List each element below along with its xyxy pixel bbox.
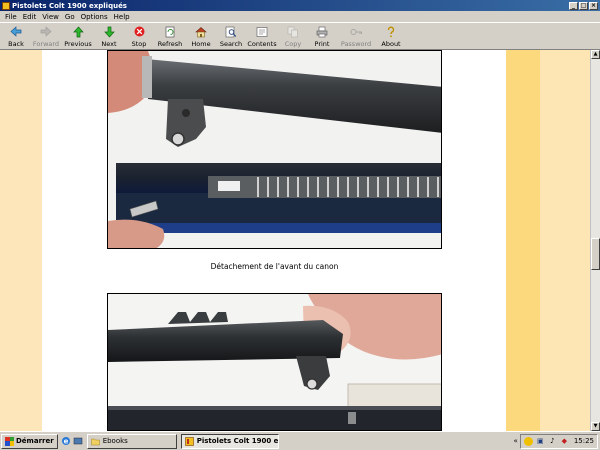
about-icon <box>385 25 398 38</box>
taskbar: Démarrer e Ebooks Pistolets Colt 1900 ex… <box>0 431 600 450</box>
menu-help[interactable]: Help <box>111 13 133 21</box>
app-icon <box>2 1 10 10</box>
home-icon <box>195 25 208 38</box>
back-arrow-icon <box>10 25 23 38</box>
stop-icon <box>133 25 146 38</box>
start-label: Démarrer <box>16 437 54 445</box>
windows-logo-icon <box>5 436 14 446</box>
task-ebooks[interactable]: Ebooks <box>86 433 177 449</box>
system-tray: ▣ ♪ ◆ 15:25 <box>519 433 598 449</box>
next-icon <box>103 25 116 38</box>
window-title: Pistolets Colt 1900 expliqués <box>12 1 127 10</box>
previous-button[interactable]: Previous <box>62 23 94 50</box>
ebook-app-icon <box>184 436 194 446</box>
password-button[interactable]: Password <box>336 23 376 50</box>
start-button[interactable]: Démarrer <box>1 433 58 449</box>
back-button[interactable]: Back <box>2 23 30 50</box>
copy-button[interactable]: Copy <box>278 23 308 50</box>
right-margin <box>540 50 590 431</box>
contents-button[interactable]: Contents <box>246 23 278 50</box>
about-button[interactable]: About <box>376 23 406 50</box>
stop-button[interactable]: Stop <box>124 23 154 50</box>
copy-icon <box>287 25 300 38</box>
ie-icon[interactable]: e <box>61 436 71 446</box>
scroll-thumb[interactable] <box>591 238 600 270</box>
clock[interactable]: 15:25 <box>574 437 594 445</box>
task-pistolets-colt[interactable]: Pistolets Colt 1900 ex... <box>180 433 279 449</box>
photo-caption: Détachement de l'avant du canon <box>210 262 339 271</box>
photo-barrel-assembly <box>107 293 442 431</box>
quick-launch: e <box>61 436 83 446</box>
tray-norton-icon[interactable] <box>523 436 533 446</box>
close-button[interactable]: × <box>589 1 598 10</box>
menu-file[interactable]: File <box>2 13 20 21</box>
minimize-button[interactable]: _ <box>569 1 578 10</box>
left-margin <box>0 50 42 431</box>
svg-text:e: e <box>63 438 68 446</box>
forward-button[interactable]: Forward <box>30 23 62 50</box>
previous-icon <box>72 25 85 38</box>
title-bar: Pistolets Colt 1900 expliqués _ □ × <box>0 0 600 11</box>
scroll-down-button[interactable]: ▼ <box>591 422 600 431</box>
refresh-button[interactable]: Refresh <box>154 23 186 50</box>
refresh-icon <box>164 25 177 38</box>
tray-network-icon[interactable]: ▣ <box>536 437 545 446</box>
forward-arrow-icon <box>40 25 53 38</box>
tray-security-icon[interactable]: ◆ <box>560 437 569 446</box>
scroll-up-button[interactable]: ▲ <box>591 50 600 59</box>
search-button[interactable]: Search <box>216 23 246 50</box>
document-view[interactable]: Détachement de l'avant du canon <box>0 50 590 431</box>
menu-view[interactable]: View <box>39 13 62 21</box>
key-icon <box>350 25 363 38</box>
maximize-button[interactable]: □ <box>579 1 588 10</box>
tray-speaker-icon[interactable]: ♪ <box>548 437 557 446</box>
search-icon <box>225 25 238 38</box>
print-button[interactable]: Print <box>308 23 336 50</box>
toolbar: Back Forward Previous Next Stop Refresh <box>0 22 600 50</box>
vertical-scrollbar[interactable]: ▲ ▼ <box>590 50 600 431</box>
menu-edit[interactable]: Edit <box>20 13 40 21</box>
home-button[interactable]: Home <box>186 23 216 50</box>
folder-icon <box>90 438 100 445</box>
next-button[interactable]: Next <box>94 23 124 50</box>
menu-options[interactable]: Options <box>78 13 111 21</box>
desktop-icon[interactable] <box>73 436 83 446</box>
menu-go[interactable]: Go <box>62 13 78 21</box>
right-margin-band <box>506 50 540 431</box>
photo-barrel-detachment <box>107 50 442 249</box>
contents-icon <box>256 25 269 38</box>
menu-bar: File Edit View Go Options Help <box>0 11 600 22</box>
print-icon <box>316 25 329 38</box>
